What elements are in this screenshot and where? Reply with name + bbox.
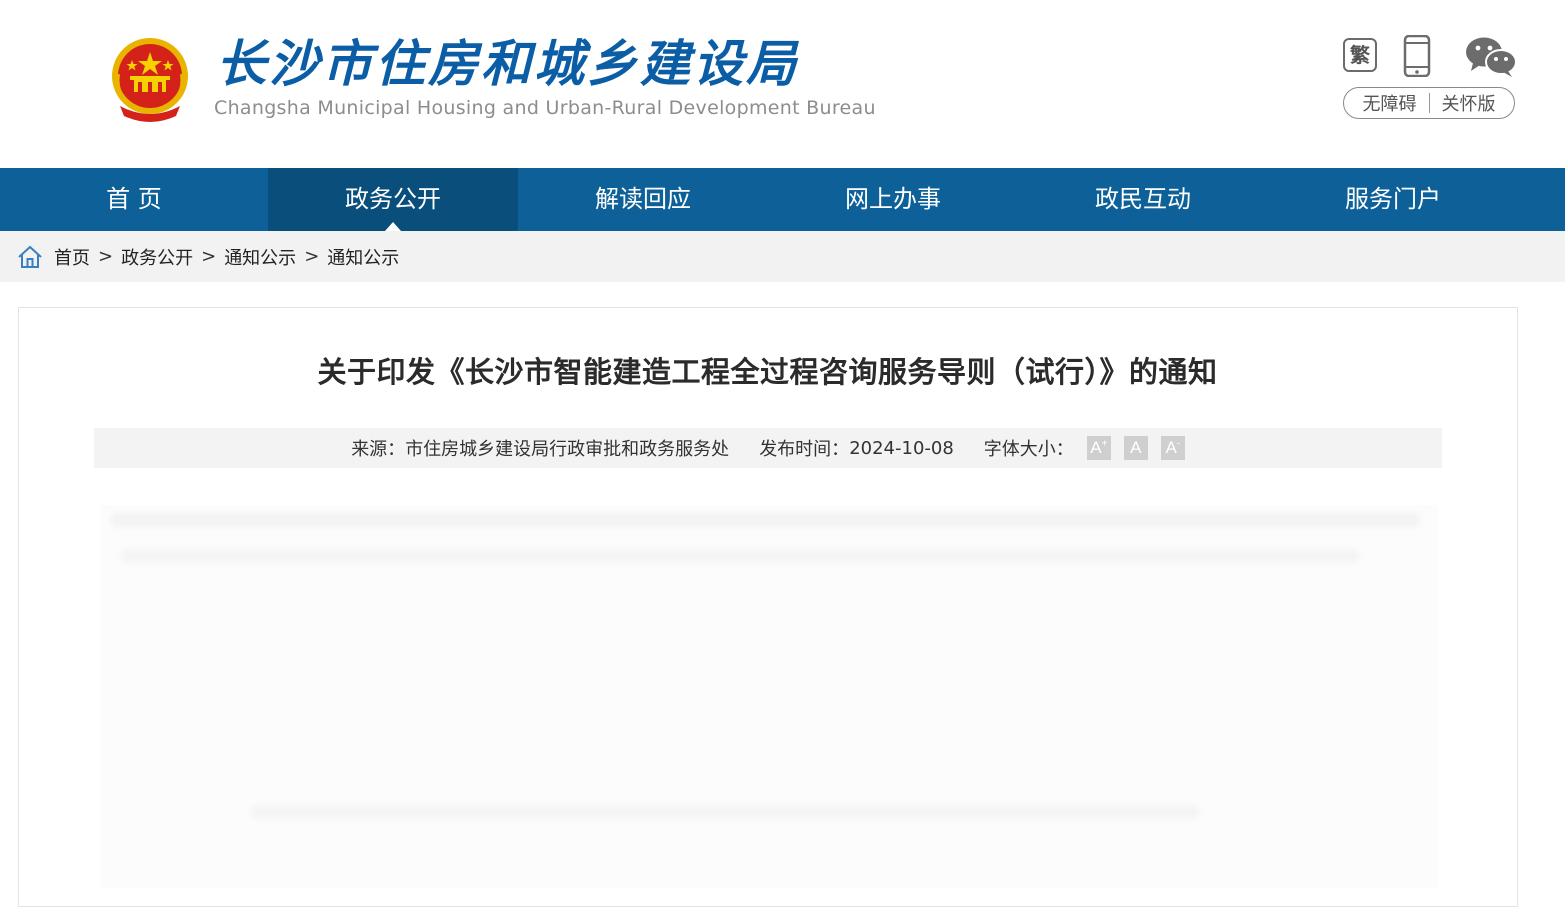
breadcrumb-separator: > bbox=[201, 246, 217, 267]
nav-item-online-services[interactable]: 网上办事 bbox=[768, 168, 1018, 231]
accessibility-link[interactable]: 无障碍 bbox=[1363, 90, 1417, 116]
font-size-label: 字体大小： bbox=[983, 439, 1074, 460]
minus-icon: - bbox=[1176, 438, 1181, 450]
nav-item-service-portal[interactable]: 服务门户 bbox=[1268, 168, 1518, 231]
font-increase-button[interactable]: A+ bbox=[1086, 436, 1111, 460]
article-title: 关于印发《长沙市智能建造工程全过程咨询服务导则（试行）》的通知 bbox=[317, 355, 1218, 389]
care-version-link[interactable]: 关怀版 bbox=[1442, 90, 1496, 116]
nav-item-interpretation[interactable]: 解读回应 bbox=[518, 168, 768, 231]
date-value: 2024-10-08 bbox=[849, 437, 954, 459]
site-header: 长沙市住房和城乡建设局 Changsha Municipal Housing a… bbox=[0, 0, 1565, 168]
main-nav: 首 页 政务公开 解读回应 网上办事 政民互动 服务门户 bbox=[0, 168, 1565, 231]
breadcrumb-home[interactable]: 首页 bbox=[54, 244, 90, 270]
breadcrumb: 首页 > 政务公开 > 通知公示 > 通知公示 bbox=[0, 231, 1565, 282]
font-default-button[interactable]: A bbox=[1123, 436, 1148, 460]
font-increase-label: A bbox=[1090, 438, 1102, 457]
nav-item-home[interactable]: 首 页 bbox=[0, 168, 268, 231]
traditional-chinese-button[interactable]: 繁 bbox=[1343, 38, 1377, 72]
source-value: 市住房城乡建设局行政审批和政务服务处 bbox=[405, 439, 730, 460]
breadcrumb-notices[interactable]: 通知公示 bbox=[224, 244, 296, 270]
blurred-text-line bbox=[250, 805, 1200, 819]
article-meta-bar: 来源： 市住房城乡建设局行政审批和政务服务处 发布时间： 2024-10-08 … bbox=[94, 428, 1442, 468]
pill-divider bbox=[1428, 93, 1430, 113]
breadcrumb-separator: > bbox=[304, 246, 320, 267]
date-label: 发布时间： bbox=[759, 439, 850, 460]
breadcrumb-separator: > bbox=[98, 246, 114, 267]
accessibility-pill: 无障碍 关怀版 bbox=[1343, 87, 1515, 119]
home-icon bbox=[18, 245, 42, 268]
nav-item-interaction[interactable]: 政民互动 bbox=[1018, 168, 1268, 231]
wechat-icon[interactable] bbox=[1465, 36, 1517, 78]
document-scan-image bbox=[100, 505, 1438, 888]
blurred-text-line bbox=[120, 549, 1360, 563]
font-decrease-label: A bbox=[1165, 438, 1177, 457]
site-title-cn: 长沙市住房和城乡建设局 bbox=[216, 35, 799, 93]
blurred-text-line bbox=[110, 513, 1420, 527]
font-default-label: A bbox=[1130, 438, 1142, 457]
source-label: 来源： bbox=[351, 439, 406, 460]
site-title-en: Changsha Municipal Housing and Urban-Rur… bbox=[214, 97, 876, 119]
font-decrease-button[interactable]: A- bbox=[1160, 436, 1185, 460]
national-emblem-icon bbox=[112, 38, 188, 122]
nav-item-government-affairs[interactable]: 政务公开 bbox=[268, 168, 518, 231]
breadcrumb-notices-current[interactable]: 通知公示 bbox=[327, 244, 399, 270]
mobile-phone-icon[interactable] bbox=[1403, 35, 1431, 77]
breadcrumb-government-affairs[interactable]: 政务公开 bbox=[121, 244, 193, 270]
plus-icon: + bbox=[1101, 438, 1108, 450]
